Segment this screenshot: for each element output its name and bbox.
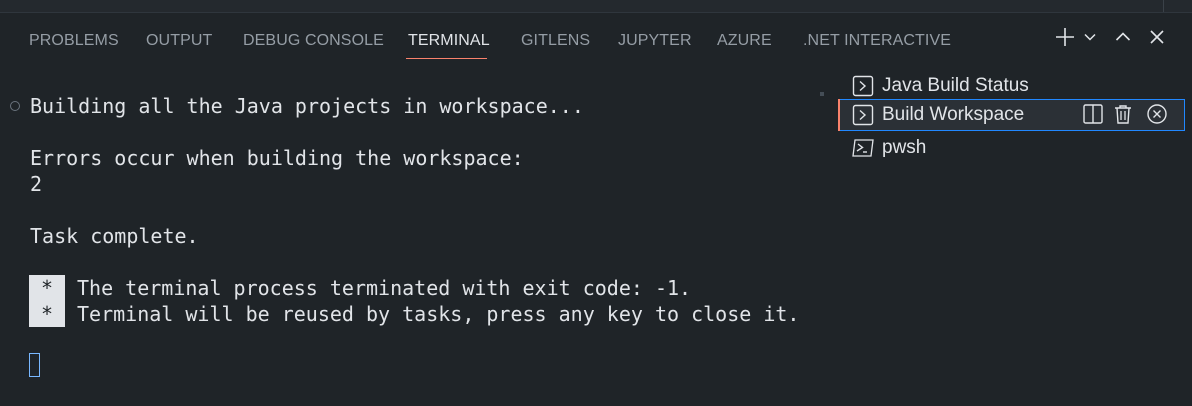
- tab-gitlens[interactable]: GITLENS: [521, 32, 590, 50]
- circle-close-icon[interactable]: [1146, 103, 1168, 131]
- terminal-tab-java-build-status[interactable]: Java Build Status: [838, 70, 1185, 102]
- panel-tab-bar: PROBLEMS OUTPUT DEBUG CONSOLE TERMINAL G…: [0, 13, 1040, 69]
- powershell-icon: [852, 137, 874, 159]
- tab-problems[interactable]: PROBLEMS: [29, 32, 119, 50]
- terminal-line: The terminal process terminated with exi…: [77, 276, 692, 300]
- editor-area-edge: [0, 0, 1192, 13]
- tab-terminal[interactable]: TERMINAL: [408, 32, 490, 50]
- split-icon[interactable]: [1082, 103, 1104, 131]
- terminal-line: Task complete.: [30, 224, 199, 248]
- command-decoration-icon: [10, 101, 20, 111]
- tab-output[interactable]: OUTPUT: [146, 32, 212, 50]
- terminal-line: Errors occur when building the workspace…: [30, 146, 524, 170]
- terminal-line: Terminal will be reused by tasks, press …: [77, 302, 800, 326]
- active-tab-indicator: [406, 58, 487, 59]
- task-terminal-icon: [852, 75, 874, 97]
- highlight-star: *: [29, 301, 65, 327]
- terminal-tab-label: pwsh: [882, 137, 927, 158]
- plus-icon[interactable]: [1054, 26, 1076, 52]
- panel-actions: [1050, 26, 1180, 54]
- terminal-tab-build-workspace[interactable]: Build Workspace: [838, 99, 1185, 131]
- tab-dotnet-interactive[interactable]: .NET INTERACTIVE: [803, 32, 951, 50]
- terminal-line: Building all the Java projects in worksp…: [30, 94, 584, 118]
- terminal-tab-pwsh[interactable]: pwsh: [838, 132, 1185, 164]
- close-icon[interactable]: [1148, 28, 1166, 50]
- trash-icon[interactable]: [1112, 103, 1134, 131]
- terminal-cursor: [29, 353, 40, 377]
- editor-sash[interactable]: [1163, 0, 1164, 12]
- tab-jupyter[interactable]: JUPYTER: [618, 32, 692, 50]
- terminal-tabs-list: Java Build Status Build Workspace pwsh: [838, 70, 1192, 406]
- chevron-down-icon[interactable]: [1083, 30, 1097, 48]
- terminal-line: 2: [30, 172, 43, 196]
- scroll-indicator: [820, 92, 824, 96]
- task-terminal-icon: [852, 104, 874, 126]
- highlight-star: *: [29, 275, 65, 301]
- chevron-up-icon[interactable]: [1114, 28, 1132, 50]
- terminal-tab-label: Build Workspace: [882, 104, 1025, 125]
- tab-debug-console[interactable]: DEBUG CONSOLE: [243, 32, 384, 50]
- terminal-output[interactable]: Building all the Java projects in worksp…: [0, 70, 838, 406]
- terminal-tab-label: Java Build Status: [882, 75, 1029, 96]
- tab-azure[interactable]: AZURE: [717, 32, 772, 50]
